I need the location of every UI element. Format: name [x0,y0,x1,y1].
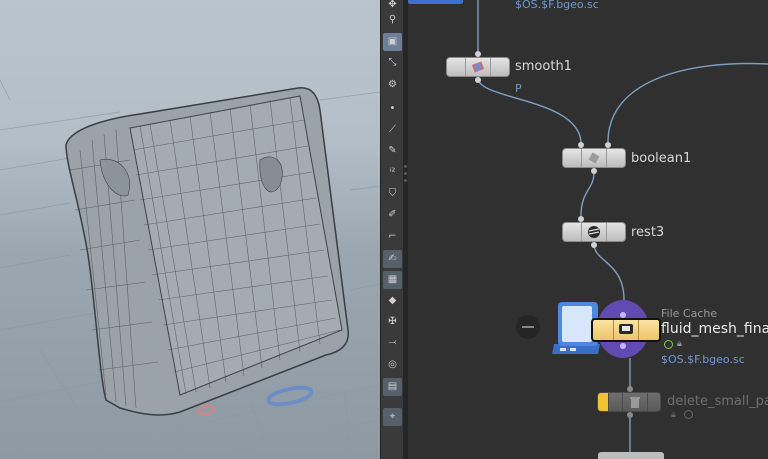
boolean1-label: boolean1 [631,151,692,166]
pin-icon[interactable]: ⌖ [383,408,402,426]
stamp-icon[interactable]: ⛉ [383,185,402,203]
cached-status-icon [664,340,673,349]
filecache-expression: $OS.$F.bgeo.sc [661,353,745,366]
circle-icon[interactable]: ◎ [383,356,402,374]
origin-marker [266,385,314,407]
filecache-icon [614,320,639,340]
tangent-icon[interactable]: ⤙ [383,334,402,352]
smooth1-node[interactable] [446,57,510,77]
view-icon[interactable]: ⚲ [383,11,402,29]
scene-viewport[interactable] [0,0,380,459]
delete-lock-icon: 🔒︎ [671,410,676,420]
pen-icon[interactable]: ✎ [383,142,402,160]
rest3-label: rest3 [631,225,665,240]
delete-node[interactable] [597,392,661,412]
delete-label: delete_small_pa [667,394,768,409]
network-editor[interactable]: $OS.$F.bgeo.sc smooth1 P boolean1 rest3 [408,0,768,459]
scale-icon[interactable]: ⤡ [383,54,402,72]
corner-icon[interactable]: ⌐ [383,228,402,246]
pose-icon[interactable]: ⚙ [383,76,402,94]
smooth1-label: smooth1 [515,59,572,74]
top-node-expression: $OS.$F.bgeo.sc [515,0,599,11]
delete-icon [623,393,648,411]
uv-icon[interactable]: ▦ [383,271,402,289]
lock-icon: 🔒︎ [677,339,682,349]
smooth-icon [466,58,491,76]
filecache-node[interactable] [591,318,661,342]
viewport-toolbar: ✥ ⚲ ▣ ⤡ ⚙ • ⟋ ✎ ⁱ² ⛉ ✐ ⌐ ✍ ▦ ◆ ✠ ⤙ ◎ ▤ ⌖ [380,0,405,459]
snapshot-icon[interactable]: ▤ [383,378,402,396]
rest-icon [582,223,607,241]
smooth1-sub: P [515,82,522,95]
number-icon[interactable]: ⁱ² [383,164,402,182]
filecache-type-label: File Cache [661,307,718,320]
diamond-icon[interactable]: ◆ [383,292,402,310]
bypass-toggle-icon[interactable] [516,315,540,339]
wireframe-mesh [65,87,349,416]
filecache-name-label: fluid_mesh_final [661,321,768,337]
boolean1-node[interactable] [562,148,626,168]
boolean-icon [582,149,607,167]
select-icon[interactable]: ▣ [383,33,402,51]
knife-icon[interactable]: ⟋ [383,121,402,139]
point-icon[interactable]: • [383,100,402,118]
bones-icon[interactable]: ✠ [383,313,402,331]
paint-icon[interactable]: ✐ [383,206,402,224]
rest3-node[interactable] [562,222,626,242]
viewport-scene [0,79,380,459]
delete-status-icon [684,410,693,419]
sculpt-icon[interactable]: ✍ [383,250,402,268]
